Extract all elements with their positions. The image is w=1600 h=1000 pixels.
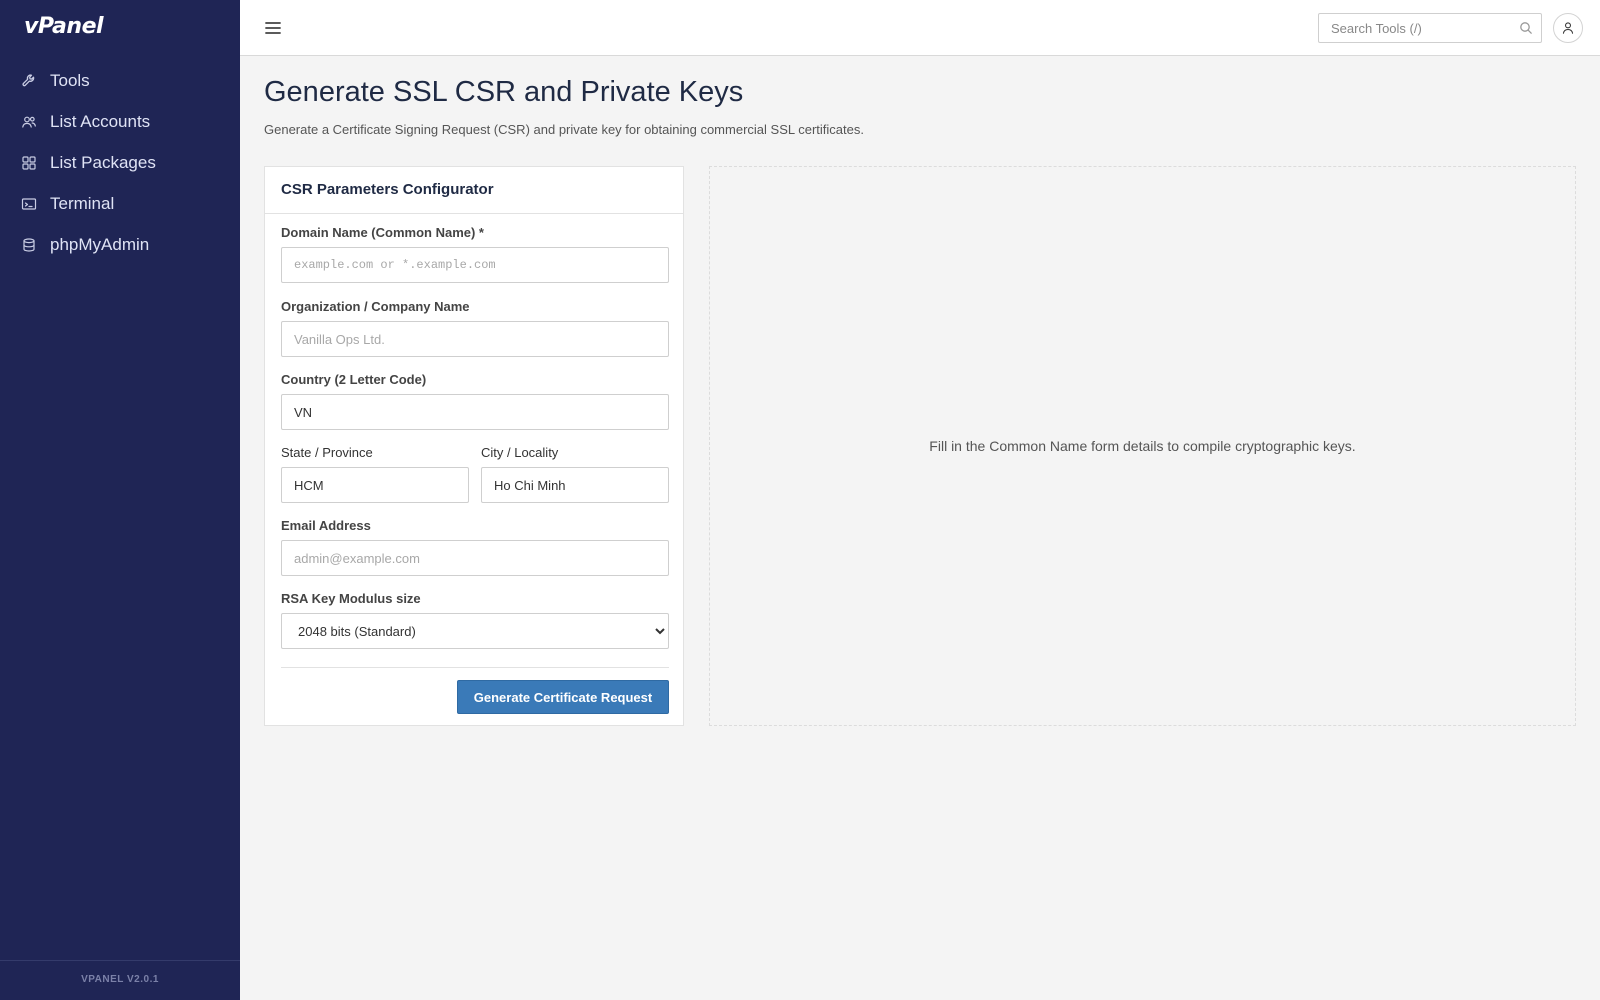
sidebar: vPanel Tools List Accounts List Packages… [0, 0, 240, 1000]
key-size-select[interactable]: 2048 bits (Standard) [281, 613, 669, 649]
sidebar-item-label: Tools [50, 70, 90, 90]
organization-field: Organization / Company Name [281, 299, 669, 357]
page-title: Generate SSL CSR and Private Keys [264, 76, 744, 108]
sidebar-item-list-packages[interactable]: List Packages [0, 142, 240, 183]
vpanel-logo[interactable]: vPanel [24, 14, 104, 39]
email-field: Email Address [281, 518, 669, 576]
state-label: State / Province [281, 445, 373, 460]
key-size-label: RSA Key Modulus size [281, 591, 421, 606]
domain-field: Domain Name (Common Name) * [281, 225, 669, 283]
tool-search [1318, 13, 1542, 43]
search-input[interactable] [1319, 14, 1499, 42]
page-subtitle: Generate a Certificate Signing Request (… [264, 122, 864, 137]
csr-form-card: CSR Parameters Configurator Domain Name … [264, 166, 684, 726]
generate-certificate-button[interactable]: Generate Certificate Request [457, 680, 669, 714]
sidebar-item-list-accounts[interactable]: List Accounts [0, 101, 240, 142]
sidebar-item-label: phpMyAdmin [50, 234, 150, 254]
sidebar-item-phpmyadmin[interactable]: phpMyAdmin [0, 224, 240, 265]
country-field: Country (2 Letter Code) [281, 372, 669, 430]
country-label: Country (2 Letter Code) [281, 372, 427, 387]
form-divider [281, 667, 669, 668]
sidebar-item-label: List Accounts [50, 111, 151, 131]
user-menu-button[interactable] [1553, 13, 1583, 43]
sidebar-item-tools[interactable]: Tools [0, 60, 240, 101]
sidebar-item-label: List Packages [50, 152, 156, 172]
users-icon [21, 114, 37, 130]
email-label: Email Address [281, 518, 371, 533]
grid-icon [21, 155, 37, 171]
city-field: City / Locality [481, 445, 669, 503]
domain-label: Domain Name (Common Name) * [281, 225, 484, 240]
city-label: City / Locality [481, 445, 559, 460]
sidebar-item-label: Terminal [50, 193, 115, 213]
organization-label: Organization / Company Name [281, 299, 470, 314]
version-label: VPANEL V2.0.1 [0, 960, 240, 1000]
output-placeholder-message: Fill in the Common Name form details to … [929, 438, 1356, 454]
output-panel: Fill in the Common Name form details to … [709, 166, 1576, 726]
organization-input[interactable] [281, 321, 669, 357]
search-icon[interactable] [1519, 21, 1533, 35]
sidebar-nav: Tools List Accounts List Packages Termin… [0, 60, 240, 265]
domain-input[interactable] [281, 247, 669, 283]
state-input[interactable] [281, 467, 469, 503]
country-input[interactable] [281, 394, 669, 430]
city-input[interactable] [481, 467, 669, 503]
sidebar-item-terminal[interactable]: Terminal [0, 183, 240, 224]
key-size-field: RSA Key Modulus size 2048 bits (Standard… [281, 591, 669, 649]
terminal-icon [21, 196, 37, 212]
wrench-icon [21, 73, 37, 89]
database-icon [21, 237, 37, 253]
hamburger-icon [265, 22, 281, 34]
menu-toggle-button[interactable] [263, 18, 283, 38]
email-input[interactable] [281, 540, 669, 576]
card-title: CSR Parameters Configurator [265, 167, 683, 214]
user-icon [1562, 22, 1574, 34]
topbar [240, 0, 1600, 56]
state-field: State / Province [281, 445, 469, 503]
